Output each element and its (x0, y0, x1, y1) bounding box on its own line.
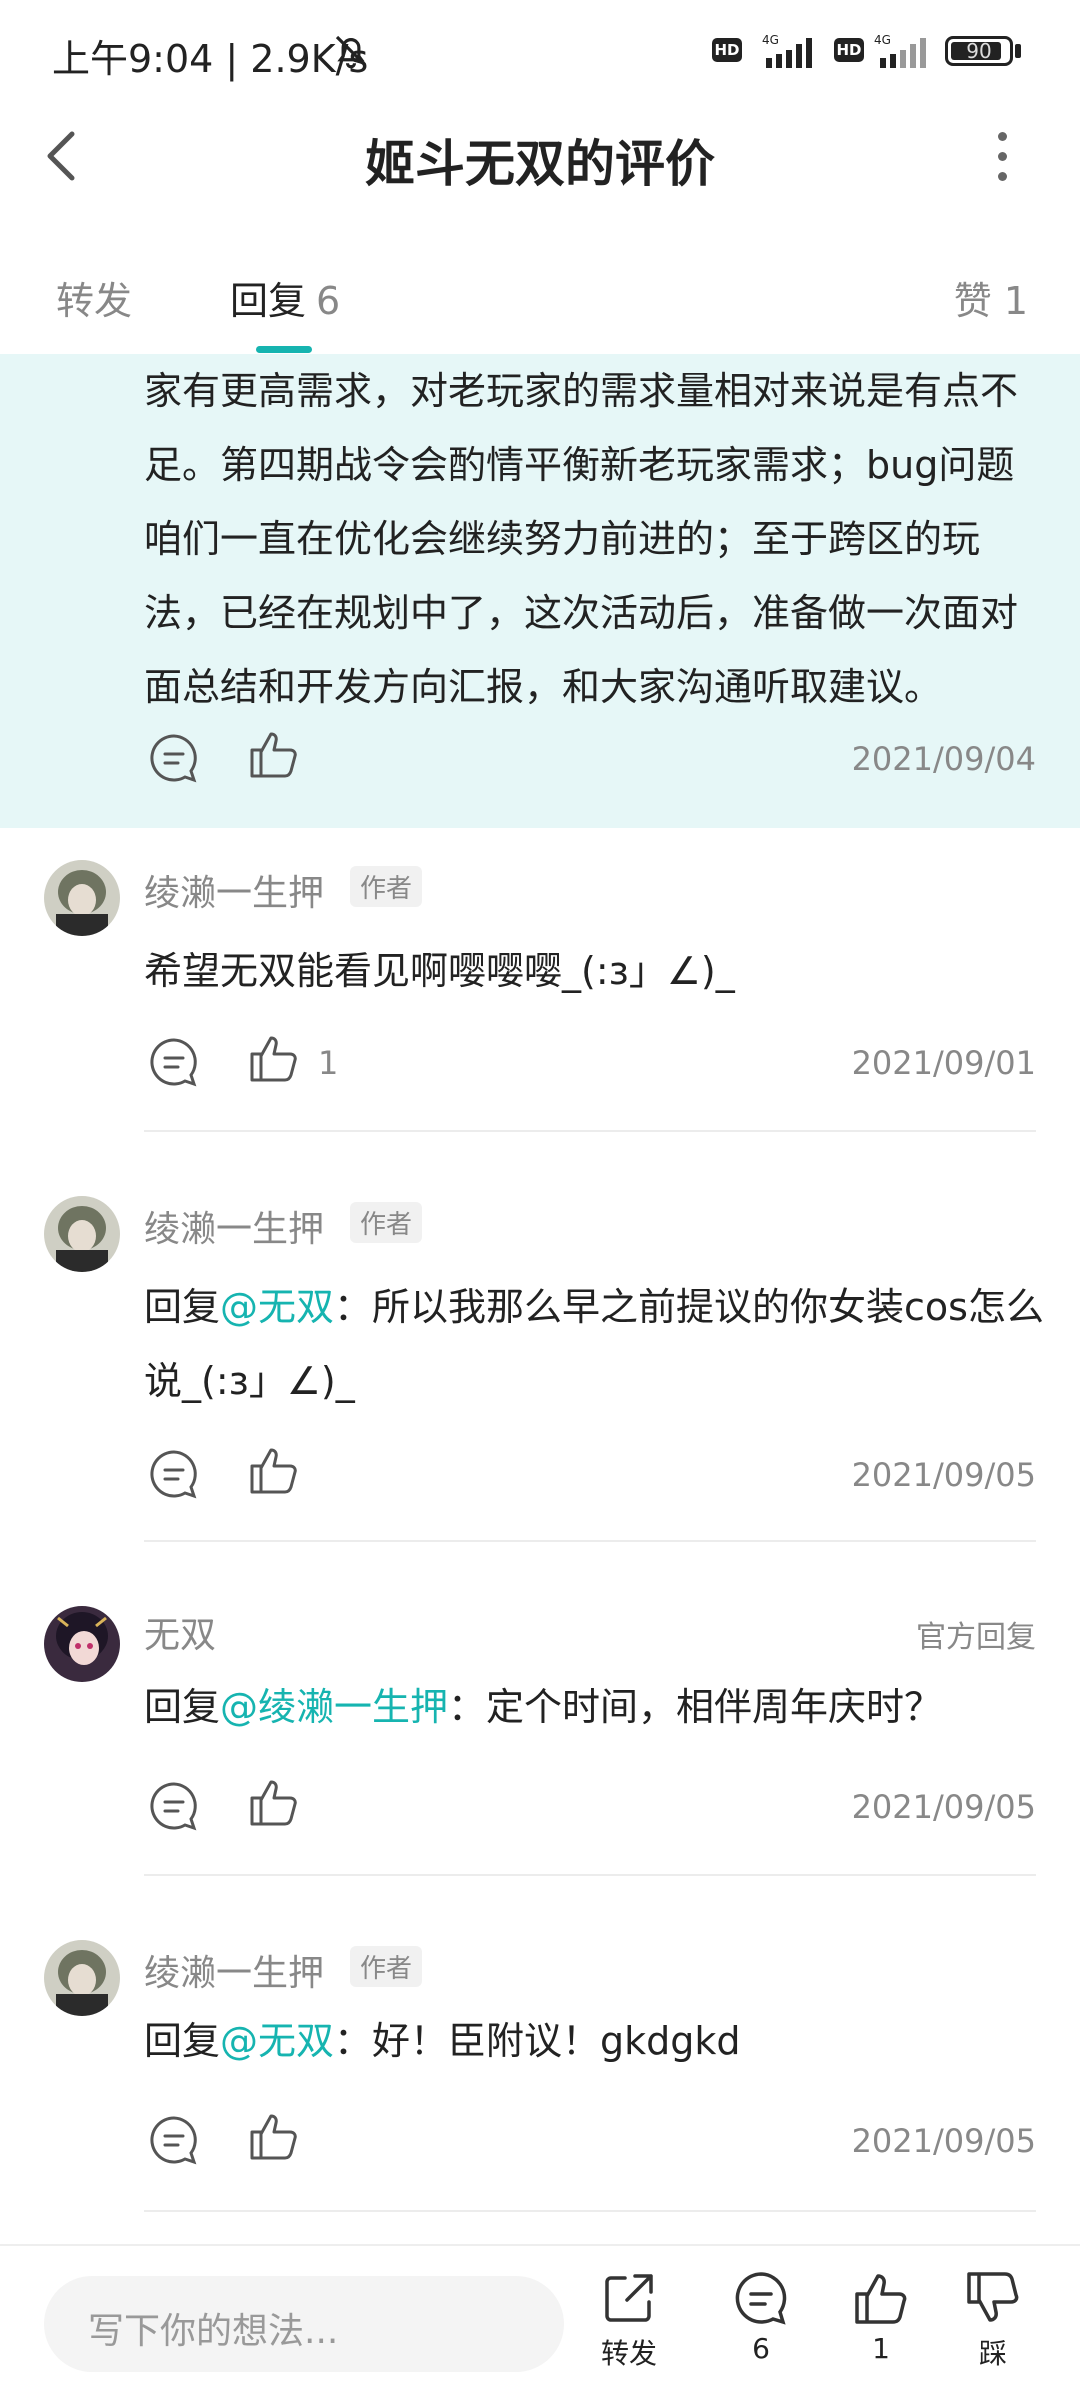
reply-prefix: 回复 (144, 2019, 221, 2063)
dislike-button[interactable]: 踩 (948, 2270, 1038, 2372)
comment-item: 无双 官方回复 回复@绫濑一生押：定个时间，相伴周年庆时？ 2021/09/05 (0, 1576, 1080, 1876)
divider (144, 2210, 1036, 2212)
reply-prefix: 回复 (144, 1285, 221, 1329)
battery-level: 90 (966, 39, 992, 63)
tab-reply[interactable]: 回复 6 (230, 270, 340, 325)
input-placeholder: 写下你的想法... (88, 2311, 339, 2352)
divider (144, 1540, 1036, 1542)
tab-reply-count: 6 (316, 279, 341, 323)
divider (144, 1874, 1036, 1876)
avatar[interactable] (44, 860, 120, 936)
reply-body: ：好！臣附议！gkdgkd (334, 2019, 741, 2063)
comment-text: 回复@无双：好！臣附议！gkdgkd (144, 2004, 1044, 2078)
username[interactable]: 无双 (144, 1606, 216, 1658)
more-options-icon[interactable] (990, 132, 1014, 182)
likes-count: 1 (872, 2332, 890, 2365)
comment-date: 2021/09/01 (851, 1044, 1036, 1082)
highlighted-reply: 家有更高需求，对老玩家的需求量相对来说是有点不足。第四期战令会酌情平衡新老玩家需… (0, 354, 1080, 828)
status-time: 上午9:04 | 2.9K/s (52, 37, 369, 81)
comment-icon (735, 2272, 787, 2325)
like-count: 1 (318, 1044, 339, 1082)
net-type-label: 4G (874, 33, 891, 47)
comment-icon[interactable] (148, 1448, 200, 1500)
signal-icon: 4G (874, 33, 926, 68)
author-badge: 作者 (350, 866, 423, 907)
comment-icon[interactable] (148, 2114, 200, 2166)
username[interactable]: 绫濑一生押 (144, 1944, 324, 1996)
thumbs-up-icon[interactable] (248, 728, 300, 780)
comment-input[interactable]: 写下你的想法... (44, 2276, 564, 2372)
share-icon (605, 2274, 653, 2322)
comments-count: 6 (752, 2332, 770, 2365)
author-badge: 作者 (350, 1946, 423, 1987)
comment-icon[interactable] (148, 1780, 200, 1832)
tab-repost[interactable]: 转发 (56, 270, 132, 325)
battery-icon: 90 (945, 36, 1013, 66)
thumbs-up-icon[interactable] (248, 1032, 300, 1084)
official-reply-label: 官方回复 (916, 1620, 1036, 1655)
thumbs-up-icon[interactable] (248, 2110, 300, 2162)
page-title: 姬斗无双的评价 (365, 135, 715, 193)
comment-text: 回复@无双：所以我那么早之前提议的你女装cos怎么说_(:з」∠)_ (144, 1270, 1044, 1418)
comment-date: 2021/09/05 (851, 2122, 1036, 2160)
comment-text: 回复@绫濑一生押：定个时间，相伴周年庆时？ (144, 1670, 1044, 1744)
bottom-action-bar: 写下你的想法... 转发 6 1 踩 (0, 2244, 1080, 2402)
comment-date: 2021/09/05 (851, 1788, 1036, 1826)
mention-link[interactable]: @无双 (220, 1285, 334, 1329)
mention-link[interactable]: @无双 (220, 2019, 334, 2063)
comments-button[interactable]: 6 (716, 2270, 806, 2365)
hd-badge: HD (834, 38, 864, 62)
repost-button[interactable]: 转发 (584, 2270, 674, 2372)
status-bar: 上午9:04 | 2.9K/s HD 4G HD 4G 90 (0, 0, 1080, 105)
comment-text: 希望无双能看见啊嘤嘤嘤_(:з」∠)_ (144, 949, 735, 993)
comment-date: 2021/09/05 (851, 1456, 1036, 1494)
hd-badge: HD (712, 38, 742, 62)
comment-item: 绫濑一生押 作者 希望无双能看见啊嘤嘤嘤_(:з」∠)_ 1 2021/09/0… (0, 830, 1080, 1132)
avatar[interactable] (44, 1606, 120, 1682)
comment-icon[interactable] (148, 1036, 200, 1088)
dislike-label: 踩 (978, 2337, 1007, 2370)
author-badge: 作者 (350, 1202, 423, 1243)
tab-like[interactable]: 赞 1 (954, 270, 1028, 325)
comment-item: 绫濑一生押 作者 回复@无双：好！臣附议！gkdgkd 2021/09/05 (0, 1910, 1080, 2212)
battery-cap (1015, 44, 1021, 58)
thumbs-up-icon[interactable] (248, 1444, 300, 1496)
comment-icon[interactable] (148, 732, 200, 784)
divider (144, 1130, 1036, 1132)
reply-text: 家有更高需求，对老玩家的需求量相对来说是有点不足。第四期战令会酌情平衡新老玩家需… (144, 369, 1019, 709)
username[interactable]: 绫濑一生押 (144, 1200, 324, 1252)
reply-date: 2021/09/04 (851, 740, 1036, 778)
bell-muted-icon (335, 35, 367, 69)
avatar[interactable] (44, 1196, 120, 1272)
thumbs-down-icon (967, 2272, 1019, 2322)
reply-body: ：定个时间，相伴周年庆时？ (448, 1685, 943, 1729)
avatar[interactable] (44, 1940, 120, 2016)
tab-bar: 转发 回复 6 赞 1 (0, 250, 1080, 353)
tab-indicator (256, 346, 312, 353)
mention-link[interactable]: @绫濑一生押 (220, 1685, 448, 1729)
thumbs-up-icon (855, 2274, 907, 2324)
comment-item: 绫濑一生押 作者 回复@无双：所以我那么早之前提议的你女装cos怎么说_(:з」… (0, 1166, 1080, 1542)
reply-prefix: 回复 (144, 1685, 221, 1729)
tab-reply-label: 回复 (230, 279, 307, 323)
thumbs-up-icon[interactable] (248, 1776, 300, 1828)
like-button[interactable]: 1 (836, 2270, 926, 2365)
signal-icon: 4G (762, 33, 812, 68)
net-type-label: 4G (762, 33, 779, 47)
username[interactable]: 绫濑一生押 (144, 864, 324, 916)
repost-label: 转发 (600, 2337, 657, 2370)
